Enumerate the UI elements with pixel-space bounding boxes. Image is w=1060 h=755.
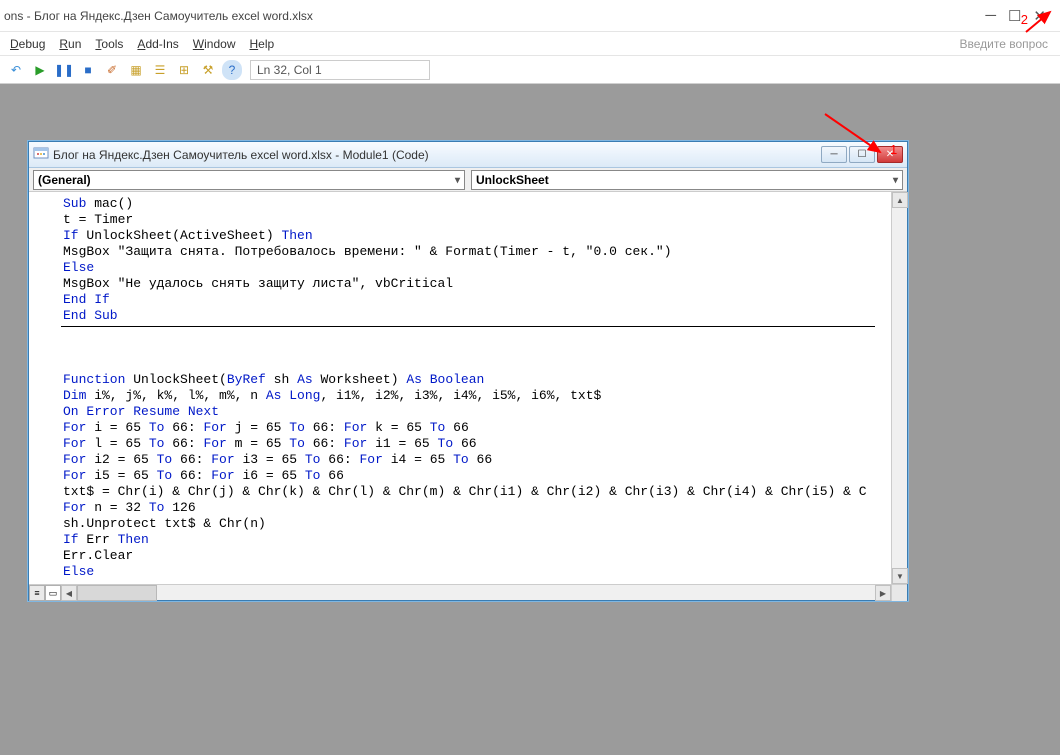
undo-icon[interactable]: ↶ [6,60,26,80]
scrollbar-corner [891,585,907,601]
help-search[interactable]: Введите вопрос [960,37,1060,51]
vertical-scrollbar[interactable]: ▲ ▼ [891,192,907,584]
design-mode-icon[interactable]: ✐ [102,60,122,80]
annotation-label-1: 1 [890,142,897,157]
chevron-down-icon: ▾ [893,175,898,186]
scrollbar-thumb[interactable] [77,585,157,601]
run-icon[interactable]: ▶ [30,60,50,80]
main-window-title: ons - Блог на Яндекс.Дзен Самоучитель ex… [0,9,313,23]
code-gutter [29,192,61,584]
properties-icon[interactable]: ☰ [150,60,170,80]
menu-bar: Debug Run Tools Add-Ins Window Help Введ… [0,32,1060,56]
menu-debug[interactable]: Debug [10,37,45,51]
full-module-view-button[interactable]: ▭ [45,585,61,601]
minimize-button[interactable]: ─ [985,7,996,24]
annotation-arrow-2 [1026,10,1056,34]
toolbar: ↶ ▶ ❚❚ ■ ✐ ▦ ☰ ⊞ ⚒ ? Ln 32, Col 1 [0,56,1060,84]
object-browser-icon[interactable]: ⊞ [174,60,194,80]
pause-icon[interactable]: ❚❚ [54,60,74,80]
stop-icon[interactable]: ■ [78,60,98,80]
code-window-titlebar[interactable]: Блог на Яндекс.Дзен Самоучитель excel wo… [29,142,907,168]
vba-icon [33,145,49,164]
menu-window[interactable]: Window [193,37,236,51]
menu-addins[interactable]: Add-Ins [137,37,178,51]
maximize-button[interactable]: ☐ [1008,7,1021,25]
annotation-arrow-1 [825,114,895,154]
menu-tools[interactable]: Tools [95,37,123,51]
scroll-up-icon[interactable]: ▲ [892,192,908,208]
menu-help[interactable]: Help [249,37,274,51]
object-dropdown[interactable]: (General) ▾ [33,170,465,190]
project-explorer-icon[interactable]: ▦ [126,60,146,80]
horizontal-scrollbar[interactable]: ◀ ▶ [61,585,891,600]
object-dropdown-value: (General) [38,173,91,187]
procedure-separator [61,326,875,327]
procedure-view-button[interactable]: ≡ [29,585,45,601]
mdi-area: Блог на Яндекс.Дзен Самоучитель excel wo… [0,84,1060,755]
code-window-title: Блог на Яндекс.Дзен Самоучитель excel wo… [53,148,429,162]
scroll-right-icon[interactable]: ▶ [875,585,891,601]
chevron-down-icon: ▾ [455,175,460,186]
procedure-dropdown-value: UnlockSheet [476,173,549,187]
scroll-down-icon[interactable]: ▼ [892,568,908,584]
cursor-position: Ln 32, Col 1 [250,60,430,80]
main-titlebar: ons - Блог на Яндекс.Дзен Самоучитель ex… [0,0,1060,32]
annotation-label-2: 2 [1021,12,1028,27]
menu-run[interactable]: Run [59,37,81,51]
procedure-dropdown[interactable]: UnlockSheet ▾ [471,170,903,190]
scroll-left-icon[interactable]: ◀ [61,585,77,601]
code-editor[interactable]: Sub mac() t = Timer If UnlockSheet(Activ… [61,192,891,584]
help-icon[interactable]: ? [222,60,242,80]
code-window: Блог на Яндекс.Дзен Самоучитель excel wo… [28,141,908,601]
toolbox-icon[interactable]: ⚒ [198,60,218,80]
